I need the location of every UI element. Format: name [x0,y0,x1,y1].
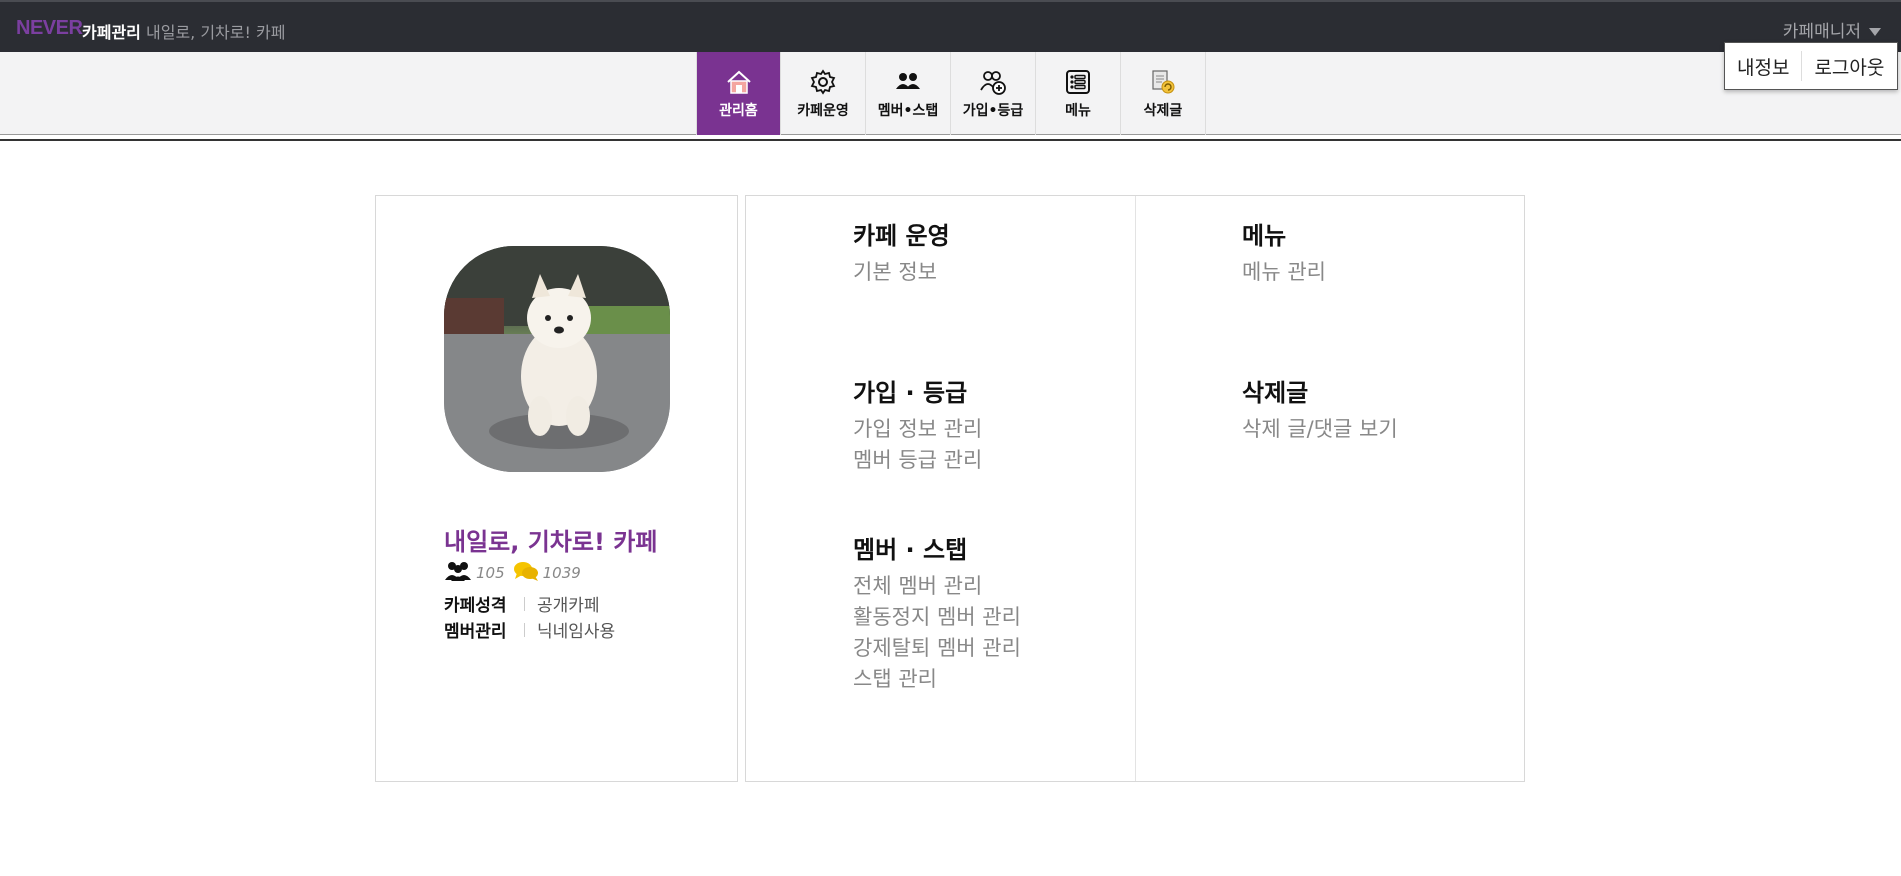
tab-cafe-operation[interactable]: 카페운영 [781,52,866,135]
tab-label: 멤버•스탭 [877,102,939,119]
tab-join-grade[interactable]: 가입•등급 [951,52,1036,135]
member-manage-label: 멤버관리 [444,622,507,642]
comment-icon [513,560,539,586]
cafe-type-row: 카페성격 공개카페 [444,591,600,616]
link-basic-info[interactable]: 기본 정보 [853,257,950,288]
tab-label: 메뉴 [1065,102,1091,119]
tab-deleted-posts[interactable]: 삭제글 [1121,52,1206,135]
members-icon [894,68,922,96]
cafe-avatar[interactable] [444,246,670,472]
member-manage-row: 멤버관리 닉네임사용 [444,617,615,642]
post-count: 1039 [542,564,581,582]
section-title[interactable]: 카페 운영 [853,216,950,251]
tab-menu[interactable]: 메뉴 [1036,52,1121,135]
section-join-grade: 가입 · 등급 가입 정보 관리 멤버 등급 관리 [853,373,982,476]
link-staff[interactable]: 스탭 관리 [853,664,1021,695]
home-icon [725,68,753,96]
tab-label: 관리홈 [719,102,758,119]
cafe-type-label: 카페성격 [444,596,507,616]
tab-label: 삭제글 [1143,102,1183,119]
section-title[interactable]: 삭제글 [1242,373,1398,408]
join-grade-icon [979,68,1007,96]
row-divider [524,596,525,611]
manager-menu[interactable]: 카페매니저 [1783,17,1881,42]
gear-icon [809,68,837,96]
cafe-name-link[interactable]: 내일로, 기차로! 카페 [146,19,285,43]
deleted-post-icon [1149,68,1177,96]
tab-member-staff[interactable]: 멤버•스탭 [866,52,951,135]
link-deleted-posts[interactable]: 삭제 글/댓글 보기 [1242,414,1398,445]
manager-label: 카페매니저 [1782,22,1861,42]
admin-nav: 관리홈 카페운영 멤버•스탭 가입•등급 메뉴 삭제글 [0,52,1901,135]
manager-dropdown: 내정보 로그아웃 [1724,42,1898,90]
cafe-profile-card: 내일로, 기차로! 카페 105 1039 카페성격 공개카페 멤버관리 닉네임… [375,195,738,782]
link-member-grade[interactable]: 멤버 등급 관리 [853,445,982,476]
link-menu-manage[interactable]: 메뉴 관리 [1242,257,1326,288]
members-icon [444,561,472,585]
link-suspended-members[interactable]: 활동정지 멤버 관리 [853,602,1021,633]
list-icon [1064,68,1092,96]
member-count: 105 [476,564,505,582]
section-cafe-operation: 카페 운영 기본 정보 [853,216,950,288]
cafe-title[interactable]: 내일로, 기차로! 카페 [444,522,657,557]
nav-divider [0,139,1901,141]
column-divider [1135,196,1136,781]
cafe-stats: 105 1039 [444,560,589,586]
link-all-members[interactable]: 전체 멤버 관리 [853,571,1021,602]
row-divider [524,622,525,637]
section-member-staff: 멤버 · 스탭 전체 멤버 관리 활동정지 멤버 관리 강제탈퇴 멤버 관리 스… [853,530,1021,695]
member-manage-value: 닉네임사용 [537,622,616,642]
brand-subtitle[interactable]: 카페관리 [82,19,141,43]
tab-label: 카페운영 [797,102,849,119]
link-join-info[interactable]: 가입 정보 관리 [853,414,982,445]
my-info-item[interactable]: 내정보 [1725,53,1801,80]
link-banned-members[interactable]: 강제탈퇴 멤버 관리 [853,633,1021,664]
section-menu: 메뉴 메뉴 관리 [1242,216,1326,288]
section-title[interactable]: 가입 · 등급 [853,373,982,408]
cafe-type-value: 공개카페 [537,596,600,616]
section-deleted: 삭제글 삭제 글/댓글 보기 [1242,373,1398,445]
logout-item[interactable]: 로그아웃 [1802,53,1896,80]
admin-menu-card: 카페 운영 기본 정보 가입 · 등급 가입 정보 관리 멤버 등급 관리 멤버… [745,195,1525,782]
section-title[interactable]: 멤버 · 스탭 [853,530,1021,565]
caret-down-icon [1869,28,1881,36]
tab-label: 가입•등급 [962,102,1024,119]
top-bar: NEVER 카페관리 내일로, 기차로! 카페 카페매니저 [0,0,1901,52]
tab-admin-home[interactable]: 관리홈 [696,52,781,135]
section-title[interactable]: 메뉴 [1242,216,1326,251]
brand-logo[interactable]: NEVER [16,17,83,40]
